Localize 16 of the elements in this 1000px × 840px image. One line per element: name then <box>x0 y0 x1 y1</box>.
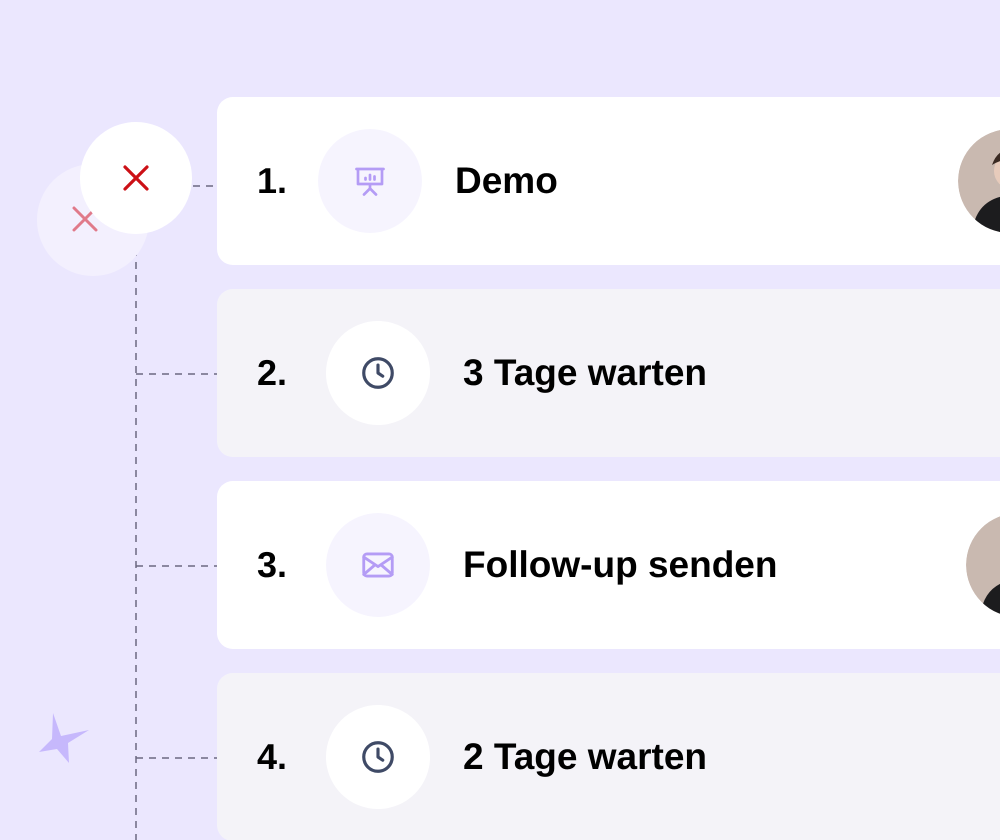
step-title: Follow-up senden <box>463 543 778 588</box>
step-number: 1. <box>257 159 288 203</box>
step-number: 4. <box>257 735 288 779</box>
step-number: 2. <box>257 351 288 395</box>
step-card[interactable]: 2. 3 Tage warten <box>217 289 1000 457</box>
step-card[interactable]: 3. Follow-up senden <box>217 481 1000 649</box>
step-card[interactable]: 4. 2 Tage warten <box>217 673 1000 840</box>
step-number: 3. <box>257 543 288 587</box>
step-title: 3 Tage warten <box>463 351 708 396</box>
clock-icon <box>359 354 397 392</box>
step-title: Demo <box>455 159 558 204</box>
close-icon <box>70 204 100 234</box>
step-title: 2 Tage warten <box>463 735 708 780</box>
sparkle-icon <box>38 712 90 764</box>
clock-icon <box>359 738 397 776</box>
step-card[interactable]: 1. Demo <box>217 97 1000 265</box>
